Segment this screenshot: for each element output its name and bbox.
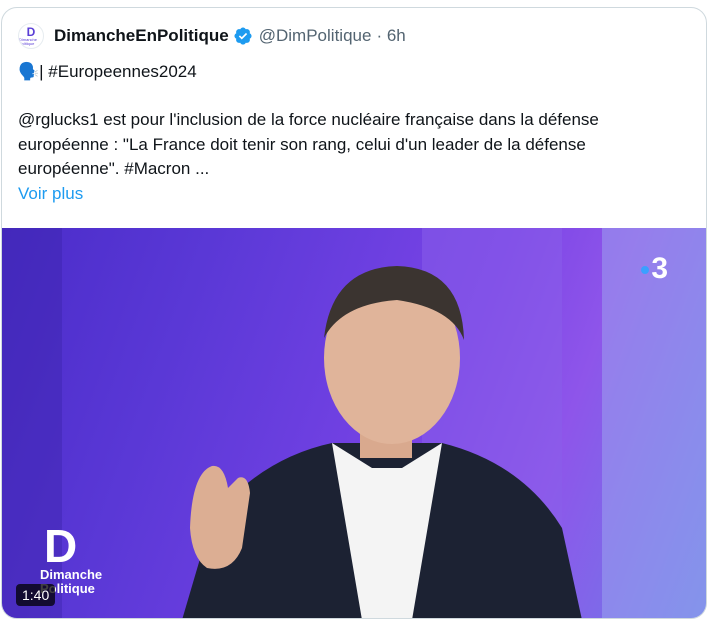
channel-dot-icon (641, 266, 650, 275)
watermark-text-1: Dimanche (40, 567, 103, 582)
tweet-time[interactable]: · 6h (376, 26, 405, 46)
tweet-body: @rglucks1 est pour l'inclusion de la for… (18, 108, 698, 182)
channel-logo: 3 (641, 252, 668, 286)
avatar[interactable]: D Dimanche Politique (18, 23, 44, 49)
video-frame-illustration (2, 228, 706, 618)
author-name[interactable]: DimancheEnPolitique (54, 26, 229, 46)
tweet-card[interactable]: D Dimanche Politique DimancheEnPolitique… (1, 7, 707, 619)
verified-badge-icon (234, 27, 252, 45)
speaking-head-icon: 🗣️ (18, 62, 40, 81)
channel-number: 3 (651, 252, 668, 285)
watermark-icon: D (44, 520, 78, 572)
video-player[interactable]: 3 D Dimanche Politique 1:40 (2, 228, 706, 618)
video-duration-badge: 1:40 (16, 584, 56, 606)
tweet-body-line: @rglucks1 est pour l'inclusion de la for… (18, 110, 599, 129)
author-handle[interactable]: @DimPolitique (259, 26, 372, 46)
hashtag-europeennes[interactable]: | #Europeennes2024 (39, 62, 197, 81)
show-more-link[interactable]: Voir plus (18, 184, 83, 204)
avatar-logo-text: Dimanche Politique (19, 36, 38, 46)
tweet-header: D Dimanche Politique DimancheEnPolitique… (18, 22, 406, 50)
hashtag-line: 🗣️| #Europeennes2024 (18, 60, 197, 84)
tweet-body-line: européenne". #Macron ... (18, 159, 210, 178)
avatar-logo-letter: D (26, 24, 36, 39)
tweet-body-line: européenne : "La France doit tenir son r… (18, 134, 586, 154)
